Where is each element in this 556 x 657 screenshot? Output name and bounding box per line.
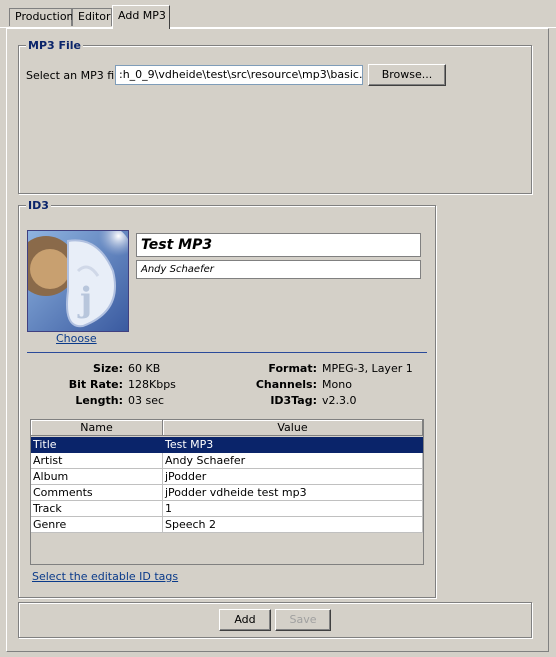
add-button[interactable]: Add — [219, 609, 271, 631]
column-header-name[interactable]: Name — [31, 420, 163, 436]
id3tag-value: v2.3.0 — [322, 394, 357, 407]
table-cell-name: Artist — [31, 453, 163, 469]
bitrate-label: Bit Rate: — [68, 378, 123, 391]
table-row[interactable]: Comments jPodder vdheide test mp3 — [31, 485, 423, 501]
table-row[interactable]: Genre Speech 2 — [31, 517, 423, 533]
table-cell-value[interactable]: jPodder vdheide test mp3 — [163, 485, 423, 501]
select-editable-tags-link[interactable]: Select the editable ID tags — [32, 570, 178, 583]
format-value: MPEG-3, Layer 1 — [322, 362, 413, 375]
table-cell-value[interactable]: jPodder — [163, 469, 423, 485]
tab-editor[interactable]: Editor — [72, 8, 112, 26]
select-mp3-label: Select an MP3 file — [26, 69, 125, 82]
artist-field[interactable]: Andy Schaefer — [136, 260, 421, 279]
tab-production[interactable]: Production — [9, 8, 74, 26]
table-cell-value[interactable]: Speech 2 — [163, 517, 423, 533]
id3tag-label: ID3Tag: — [270, 394, 317, 407]
tab-add-mp3[interactable]: Add MP3 — [112, 5, 170, 29]
choose-image-link[interactable]: Choose — [56, 332, 97, 345]
column-header-value[interactable]: Value — [163, 420, 423, 436]
format-label: Format: — [268, 362, 317, 375]
mp3-path-input[interactable]: :h_0_9\vdheide\test\src\resource\mp3\bas… — [115, 65, 363, 85]
table-cell-name: Comments — [31, 485, 163, 501]
table-cell-name: Track — [31, 501, 163, 517]
table-cell-name: Genre — [31, 517, 163, 533]
channels-label: Channels: — [255, 378, 317, 391]
separator — [27, 352, 427, 353]
size-label: Size: — [93, 362, 123, 375]
svg-text:j: j — [77, 280, 92, 320]
table-row[interactable]: Track 1 — [31, 501, 423, 517]
table-cell-value[interactable]: 1 — [163, 501, 423, 517]
id3-tags-table[interactable]: Name Value Title Test MP3 Artist Andy Sc… — [30, 419, 424, 565]
id3-legend: ID3 — [26, 199, 51, 212]
table-cell-name: Title — [31, 437, 163, 453]
album-art-image: j — [27, 230, 129, 332]
size-value: 60 KB — [128, 362, 161, 375]
channels-value: Mono — [322, 378, 352, 391]
title-field[interactable]: Test MP3 — [136, 233, 421, 257]
table-row[interactable]: Album jPodder — [31, 469, 423, 485]
length-value: 03 sec — [128, 394, 165, 407]
table-cell-value[interactable]: Test MP3 — [163, 437, 423, 453]
length-label: Length: — [75, 394, 123, 407]
table-cell-name: Album — [31, 469, 163, 485]
table-row[interactable]: Title Test MP3 — [31, 437, 423, 453]
mp3-file-legend: MP3 File — [26, 39, 84, 52]
browse-button[interactable]: Browse... — [368, 64, 446, 86]
table-cell-value[interactable]: Andy Schaefer — [163, 453, 423, 469]
save-button[interactable]: Save — [275, 609, 331, 631]
table-row[interactable]: Artist Andy Schaefer — [31, 453, 423, 469]
bitrate-value: 128Kbps — [128, 378, 176, 391]
